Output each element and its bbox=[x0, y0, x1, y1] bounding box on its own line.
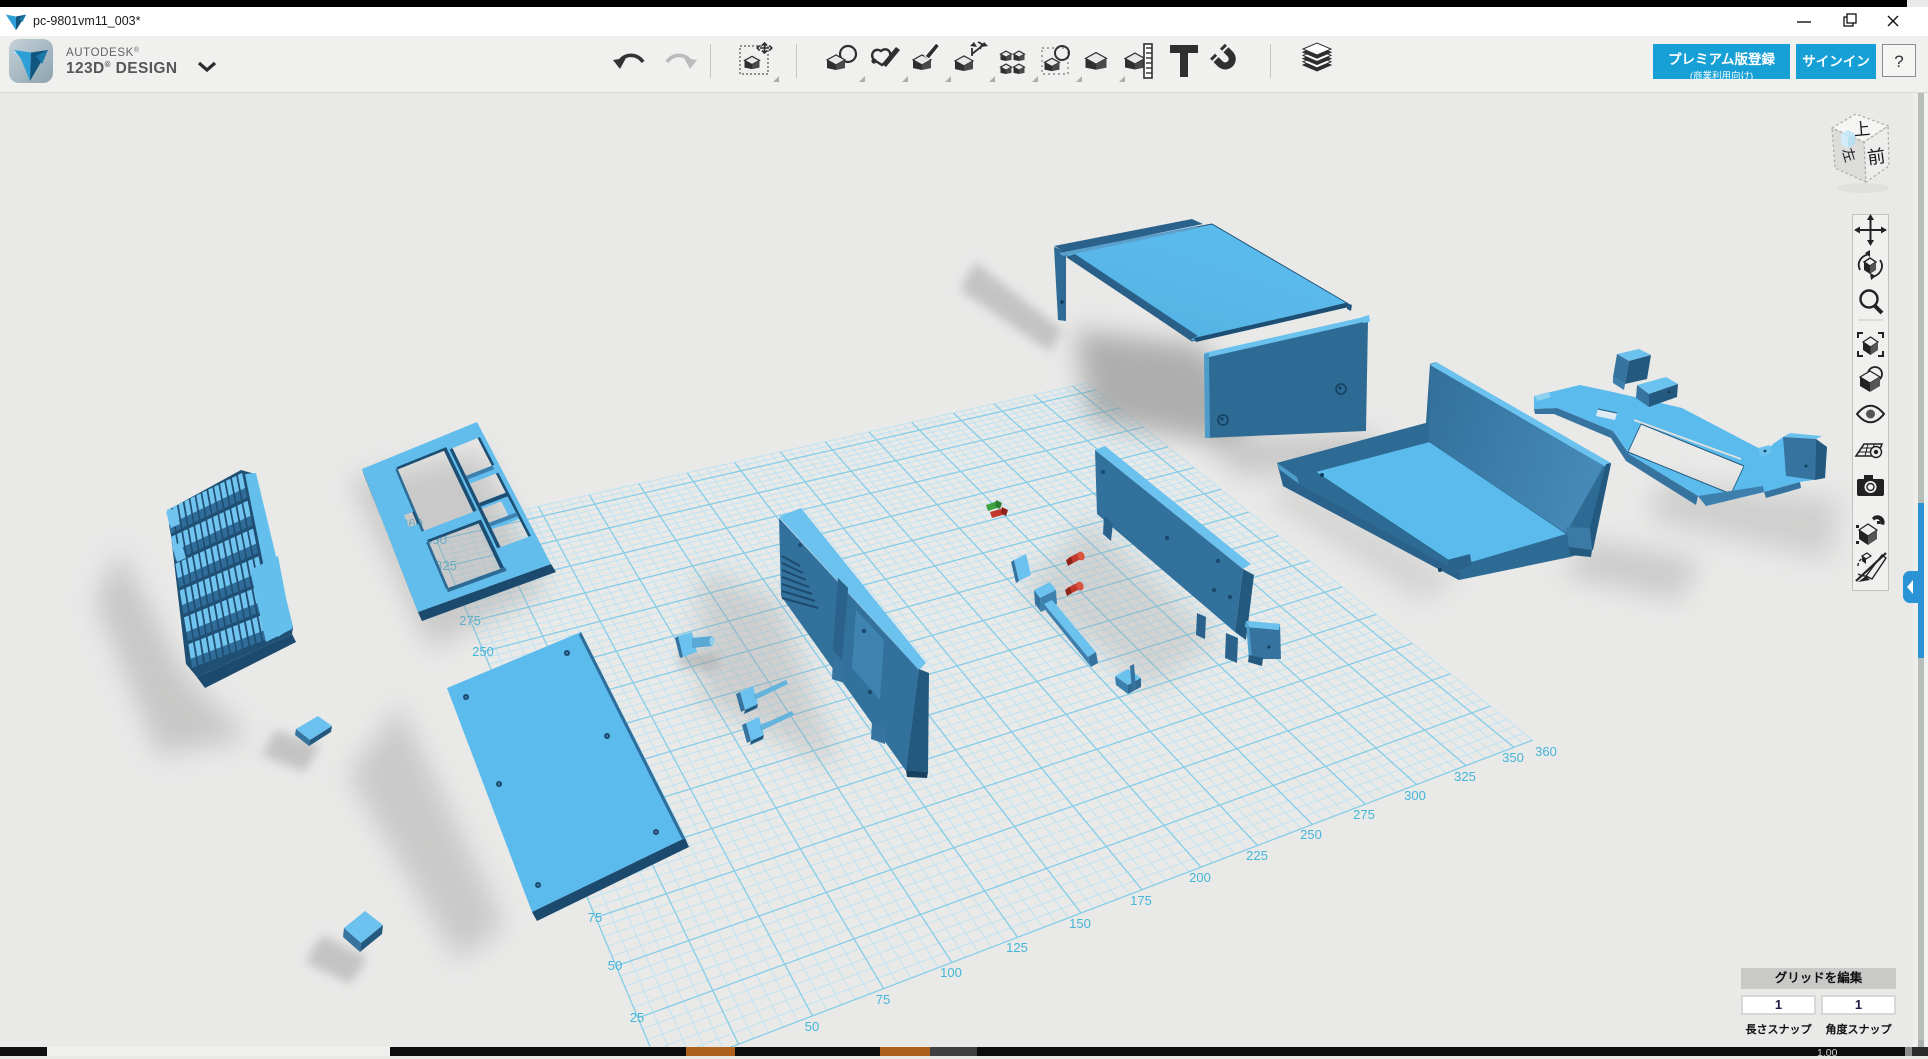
svg-text:325: 325 bbox=[1454, 769, 1476, 784]
svg-text:125: 125 bbox=[1006, 940, 1028, 955]
svg-text:150: 150 bbox=[1069, 916, 1091, 931]
svg-text:75: 75 bbox=[876, 992, 890, 1007]
svg-text:175: 175 bbox=[1130, 893, 1152, 908]
svg-text:前: 前 bbox=[1866, 146, 1887, 168]
svg-text:275: 275 bbox=[1353, 807, 1375, 822]
svg-text:上: 上 bbox=[1852, 119, 1871, 139]
svg-text:350: 350 bbox=[1502, 750, 1524, 765]
svg-text:50: 50 bbox=[805, 1019, 819, 1034]
svg-text:225: 225 bbox=[1246, 848, 1268, 863]
svg-text:300: 300 bbox=[1404, 788, 1426, 803]
svg-text:100: 100 bbox=[940, 965, 962, 980]
svg-text:75: 75 bbox=[588, 910, 602, 925]
svg-text:250: 250 bbox=[1300, 827, 1322, 842]
svg-text:200: 200 bbox=[1189, 870, 1211, 885]
svg-text:360: 360 bbox=[1535, 744, 1557, 759]
svg-text:25: 25 bbox=[630, 1010, 644, 1025]
svg-text:50: 50 bbox=[608, 958, 622, 973]
svg-text:250: 250 bbox=[472, 644, 494, 659]
